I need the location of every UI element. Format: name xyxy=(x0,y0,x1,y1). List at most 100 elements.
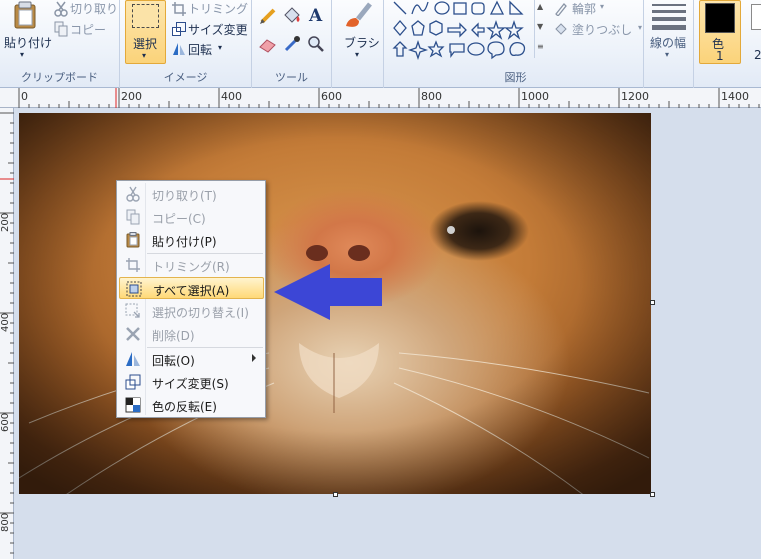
shapes-group: ▲ ▼ ≡ 輪郭 ▾ 塗りつぶし ▾ 図形 xyxy=(388,0,644,88)
rotate-label: 回転 xyxy=(188,43,213,57)
menu-item-paste[interactable]: 貼り付け(P) xyxy=(119,229,264,251)
menu-item-select-all[interactable]: すべて選択(A) xyxy=(119,277,264,299)
resize-handle-right[interactable] xyxy=(650,300,655,305)
resize-handle-corner[interactable] xyxy=(650,492,655,497)
tools-group: A ツール xyxy=(252,0,332,88)
fill-label: 塗りつぶし xyxy=(572,23,633,37)
color2-swatch xyxy=(751,4,761,30)
resize-label: サイズ変更 xyxy=(188,23,248,37)
color1-number: 1 xyxy=(716,49,724,63)
menu-item-label: 色の反転(E) xyxy=(152,400,217,414)
ruler-label: 1400 xyxy=(721,90,749,103)
brushes-label: ブラシ xyxy=(344,36,380,50)
menu-item-label: 削除(D) xyxy=(152,329,195,343)
rotate-icon xyxy=(126,352,140,366)
vertical-ruler: 200 400 600 800 xyxy=(0,108,14,559)
menu-item-label: トリミング(R) xyxy=(152,260,230,274)
paste-button[interactable]: 貼り付け ▾ xyxy=(2,0,52,64)
resize-handle-bottom[interactable] xyxy=(333,492,338,497)
outline-label: 輪郭 xyxy=(572,2,597,16)
ruler-label: 1200 xyxy=(621,90,649,103)
shapes-gallery[interactable] xyxy=(390,0,546,61)
menu-item-invert-selection[interactable]: 選択の切り替え(I) xyxy=(119,300,264,322)
ruler-label: 800 xyxy=(0,512,11,532)
brushes-dropdown-icon[interactable]: ▾ xyxy=(355,50,359,59)
eraser-tool[interactable] xyxy=(258,34,278,54)
invert-color-icon xyxy=(125,397,141,413)
fill-tool[interactable] xyxy=(282,6,302,26)
cut-button[interactable]: 切り取り xyxy=(52,0,118,18)
fill-icon xyxy=(555,23,567,35)
resize-icon xyxy=(125,374,141,390)
fill-button[interactable]: 塗りつぶし ▾ xyxy=(552,20,642,38)
menu-item-cut[interactable]: 切り取り(T) xyxy=(119,183,264,205)
vertical-ruler-ticks xyxy=(0,112,14,554)
copy-icon xyxy=(126,209,140,225)
menu-item-label: すべて選択(A) xyxy=(153,284,230,298)
paste-icon xyxy=(126,232,140,248)
selection-rect-icon xyxy=(132,4,159,28)
menu-item-label: 選択の切り替え(I) xyxy=(152,306,249,320)
color2-button[interactable]: 2 xyxy=(746,0,761,64)
magnifier-tool[interactable] xyxy=(306,34,326,54)
scissors-icon xyxy=(54,1,68,17)
pencil-tool[interactable] xyxy=(258,6,278,26)
gallery-expand-icon: ≡ xyxy=(537,42,544,51)
menu-item-invert-color[interactable]: 色の反転(E) xyxy=(119,394,264,416)
brushes-button[interactable]: ブラシ ▾ xyxy=(336,0,380,64)
brush-icon xyxy=(346,2,372,27)
menu-item-label: コピー(C) xyxy=(152,212,206,226)
paste-label: 貼り付け xyxy=(4,36,53,50)
text-tool[interactable]: A xyxy=(306,6,326,26)
menu-item-copy[interactable]: コピー(C) xyxy=(119,206,264,228)
tools-group-label: ツール xyxy=(275,71,308,84)
menu-item-label: 回転(O) xyxy=(152,354,195,368)
paste-dropdown-icon[interactable]: ▾ xyxy=(20,50,24,59)
size-button[interactable]: 線の幅 ▾ xyxy=(646,0,692,64)
outline-button[interactable]: 輪郭 ▾ xyxy=(552,0,642,18)
ruler-label: 400 xyxy=(0,312,11,332)
copy-label: コピー xyxy=(70,23,107,37)
menu-item-label: 切り取り(T) xyxy=(152,189,217,203)
color1-button[interactable]: 色 1 xyxy=(699,0,741,64)
menu-item-label: サイズ変更(S) xyxy=(152,377,229,391)
pencil-icon xyxy=(260,8,276,24)
select-dropdown-icon[interactable]: ▾ xyxy=(142,51,146,60)
fill-dropdown-icon[interactable]: ▾ xyxy=(638,23,642,32)
line-width-icon xyxy=(652,4,686,30)
shapes-group-label: 図形 xyxy=(504,71,527,84)
rotate-button[interactable]: 回転 ▾ xyxy=(170,40,250,58)
eraser-icon xyxy=(259,39,276,53)
paint-bucket-icon xyxy=(284,7,300,23)
delete-icon xyxy=(126,327,140,341)
crop-button[interactable]: トリミング xyxy=(170,0,250,18)
resize-button[interactable]: サイズ変更 xyxy=(170,20,250,38)
rotate-dropdown-icon[interactable]: ▾ xyxy=(218,43,222,52)
outline-icon xyxy=(555,3,567,16)
outline-dropdown-icon[interactable]: ▾ xyxy=(600,2,604,11)
color-picker-tool[interactable] xyxy=(282,34,302,54)
clipboard-group: 貼り付け ▾ 切り取り コピー クリップボード xyxy=(0,0,120,88)
crop-label: トリミング xyxy=(188,2,249,16)
ruler-label: 1000 xyxy=(521,90,549,103)
text-tool-icon: A xyxy=(309,6,323,26)
shapes-gallery-icons xyxy=(392,0,526,61)
ruler-label: 600 xyxy=(321,90,342,103)
eyedropper-icon xyxy=(284,36,300,52)
paste-icon xyxy=(14,1,36,29)
menu-item-delete[interactable]: 削除(D) xyxy=(119,323,264,345)
size-label: 線の幅 xyxy=(650,36,687,50)
menu-item-crop[interactable]: トリミング(R) xyxy=(119,254,264,276)
select-label: 選択 xyxy=(133,37,158,51)
cut-label: 切り取り xyxy=(70,2,119,16)
ruler-label: 200 xyxy=(0,212,11,232)
menu-item-rotate[interactable]: 回転(O) xyxy=(119,348,264,370)
crop-icon xyxy=(172,2,186,16)
size-dropdown-icon[interactable]: ▾ xyxy=(665,50,669,59)
menu-item-resize[interactable]: サイズ変更(S) xyxy=(119,371,264,393)
select-button[interactable]: 選択 ▾ xyxy=(125,0,166,64)
shapes-scroll-down-button[interactable]: ▲ ▼ ≡ xyxy=(534,0,546,58)
copy-button[interactable]: コピー xyxy=(52,20,118,38)
color1-swatch xyxy=(705,3,735,33)
select-all-icon xyxy=(126,281,142,297)
